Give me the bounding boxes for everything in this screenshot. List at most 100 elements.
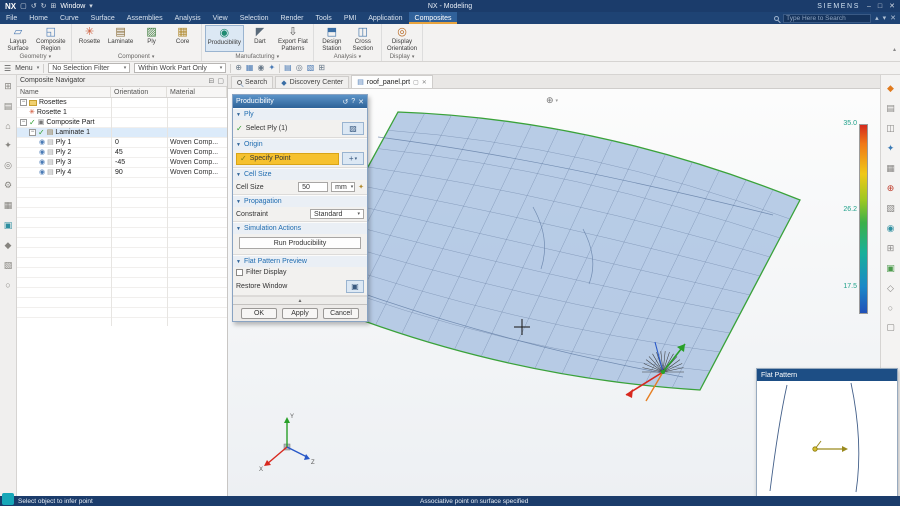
point-target-tool[interactable]: ⊕ ▾ (546, 95, 558, 106)
dart-button[interactable]: ◤ Dart (245, 25, 275, 52)
producibility-button[interactable]: ◉ Producibility (205, 25, 244, 52)
snap-circle-icon[interactable]: ◎ (296, 64, 303, 72)
group-label-component[interactable]: Component▾ (75, 52, 198, 61)
group-label-analysis[interactable]: Analysis▾ (317, 52, 378, 61)
navigator-pin-icon[interactable]: ⊟ (209, 77, 215, 85)
orient-view-icon[interactable]: ◫ (886, 123, 895, 134)
constraint-navigator-icon[interactable]: ▤ (4, 101, 13, 112)
tab-application[interactable]: Application (362, 12, 408, 24)
filter-display-label[interactable]: Filter Display (246, 269, 286, 276)
menu-hamburger-icon[interactable]: ☰ (4, 64, 11, 73)
select-ply-button[interactable]: ▨ (342, 122, 364, 135)
section-header-simulation[interactable]: ▼ Simulation Actions (233, 223, 367, 234)
apply-button[interactable]: Apply (282, 308, 318, 319)
constraint-dropdown[interactable]: Standard ▾ (310, 209, 364, 219)
formula-wand-icon[interactable]: ✦ (358, 183, 364, 191)
tree-row-laminate-1[interactable]: −✓▤Laminate 1 (17, 128, 227, 138)
document-tab-roof-panel[interactable]: ▤ roof_panel.prt ▢ ✕ (351, 75, 433, 88)
snap-face-icon[interactable]: ▤ (284, 64, 292, 72)
tab-composites[interactable]: Composites (409, 12, 458, 24)
display-orientation-button[interactable]: ◎ Display Orientation (385, 25, 419, 52)
column-name[interactable]: Name (17, 87, 111, 97)
tab-pmi[interactable]: PMI (338, 12, 362, 24)
snap-center-icon[interactable]: ◉ (257, 64, 264, 72)
preferences-icon[interactable]: ▢ (886, 322, 895, 333)
flat-pattern-canvas[interactable] (757, 381, 897, 496)
composite-region-button[interactable]: ◱ Composite Region (34, 25, 68, 52)
visibility-eye-icon[interactable]: ◉ (39, 169, 45, 176)
fit-view-icon[interactable]: ▤ (886, 103, 895, 114)
tab-close-icon[interactable]: ✕ (422, 79, 427, 86)
specify-point-field[interactable]: ✓ Specify Point (236, 153, 339, 165)
filter-display-checkbox[interactable] (236, 269, 243, 276)
snap-vertex-icon[interactable]: ⊞ (318, 64, 325, 72)
undo-icon[interactable]: ↺ (31, 2, 37, 10)
expand-icon[interactable]: − (20, 99, 27, 106)
tree-row-rosettes[interactable]: −Rosettes (17, 98, 227, 108)
visible-check-icon[interactable]: ✓ (38, 129, 45, 137)
expand-icon[interactable]: − (29, 129, 36, 136)
select-ply-label[interactable]: Select Ply (1) (246, 125, 288, 132)
column-material[interactable]: Material (167, 87, 227, 97)
snap-edge-icon[interactable]: ▧ (307, 64, 315, 72)
ribbon-collapse-icon[interactable]: ▴ (893, 46, 896, 53)
tab-surface[interactable]: Surface (85, 12, 121, 24)
tab-restore-icon[interactable]: ▢ (413, 79, 419, 86)
discovery-center-tab[interactable]: ◆ Discovery Center (275, 76, 349, 88)
tree-row-ply-2[interactable]: ◉▤Ply 2 45 Woven Comp... (17, 148, 227, 158)
tree-row-composite-part[interactable]: −✓▣Composite Part (17, 118, 227, 128)
dialog-reset-icon[interactable]: ↺ (342, 98, 348, 106)
rosette-button[interactable]: ✳ Rosette (75, 25, 105, 52)
camera-icon[interactable]: ◉ (887, 223, 895, 234)
rendering-style-icon[interactable]: ✦ (887, 143, 895, 154)
dialog-collapse-strip[interactable]: ▲ (233, 296, 367, 304)
hd3d-tools-icon[interactable]: ◎ (4, 160, 12, 171)
layers-icon[interactable]: ◇ (887, 283, 894, 294)
section-view-icon[interactable]: ▧ (886, 203, 895, 214)
maximize-icon[interactable]: □ (878, 3, 882, 10)
group-label-geometry[interactable]: Geometry▾ (3, 52, 68, 61)
flat-pattern-title-bar[interactable]: Flat Pattern (757, 369, 897, 381)
composite-navigator-icon[interactable]: ▣ (4, 220, 13, 231)
navigator-close-icon[interactable]: ▢ (217, 77, 224, 85)
expand-icon[interactable]: − (20, 119, 27, 126)
point-dialog-button[interactable]: + ▾ (342, 152, 364, 165)
save-icon[interactable]: ▢ (20, 2, 27, 10)
tab-render[interactable]: Render (275, 12, 310, 24)
restore-window-button[interactable]: ▣ (346, 280, 364, 293)
dialog-title-bar[interactable]: Producibility ↺ ? ✕ (233, 95, 367, 108)
tree-row-ply-1[interactable]: ◉▤Ply 1 0 Woven Comp... (17, 138, 227, 148)
snap-intersection-icon[interactable]: ✦ (268, 64, 275, 72)
roles-icon[interactable]: ○ (5, 280, 10, 290)
view-manipulation-icon[interactable]: ◆ (887, 83, 894, 94)
cross-section-button[interactable]: ◫ Cross Section (348, 25, 378, 52)
tab-file[interactable]: File (0, 12, 23, 24)
section-header-ply[interactable]: ▼ Ply (233, 109, 367, 120)
annotation-icon[interactable]: ▣ (886, 263, 895, 274)
selection-scope-dropdown[interactable]: Within Work Part Only ▾ (134, 63, 226, 73)
group-label-manufacturing[interactable]: Manufacturing▾ (205, 52, 310, 61)
grid-display-icon[interactable]: ○ (888, 303, 893, 313)
tree-row-rosette-1[interactable]: ✳Rosette 1 (17, 108, 227, 118)
tab-selection[interactable]: Selection (234, 12, 275, 24)
selection-filter-dropdown[interactable]: No Selection Filter ▾ (48, 63, 130, 73)
core-button[interactable]: ▦ Core (168, 25, 198, 52)
snap-point-icon[interactable]: ⊕ (235, 64, 242, 72)
export-flat-patterns-button[interactable]: ⇩ Export Flat Patterns (276, 25, 310, 52)
search-close-icon[interactable]: ✕ (890, 14, 896, 22)
window-menu[interactable]: Window (60, 3, 85, 10)
visibility-eye-icon[interactable]: ◉ (39, 159, 45, 166)
cancel-button[interactable]: Cancel (323, 308, 359, 319)
visibility-eye-icon[interactable]: ◉ (39, 139, 45, 146)
web-browser-icon[interactable]: ⚙ (4, 180, 12, 191)
window-icon[interactable]: ⊞ (51, 2, 57, 10)
flat-pattern-window[interactable]: Flat Pattern (756, 368, 898, 497)
layup-surface-button[interactable]: ▱ Layup Surface (3, 25, 33, 52)
tab-curve[interactable]: Curve (54, 12, 85, 24)
redo-icon[interactable]: ↻ (41, 2, 47, 10)
show-hide-icon[interactable]: ▦ (886, 163, 895, 174)
section-header-cell-size[interactable]: ▼ Cell Size (233, 169, 367, 180)
section-header-flat-pattern[interactable]: ▼ Flat Pattern Preview (233, 256, 367, 267)
visibility-eye-icon[interactable]: ◉ (39, 149, 45, 156)
search-history-down-icon[interactable]: ▾ (883, 14, 887, 22)
